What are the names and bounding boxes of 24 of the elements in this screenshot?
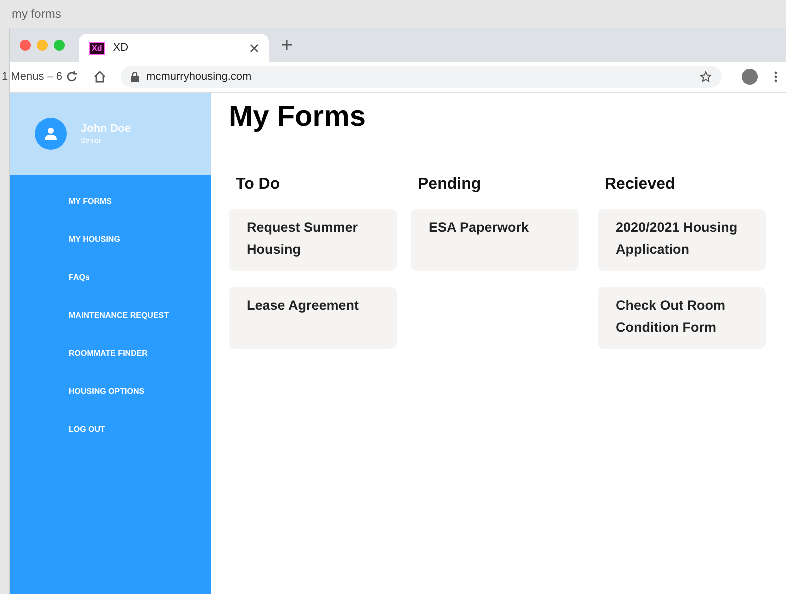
user-avatar-icon <box>35 118 67 150</box>
reload-icon[interactable] <box>64 70 79 84</box>
window-title: my forms <box>12 7 62 21</box>
overlay-label: 1 Menus – 6 <box>2 71 63 83</box>
browser-tab[interactable]: Xd XD <box>79 34 269 62</box>
form-card[interactable]: 2020/2021 Housing Application <box>598 209 766 271</box>
form-card[interactable]: ESA Paperwork <box>411 209 579 271</box>
star-icon[interactable] <box>700 71 712 83</box>
lock-icon <box>130 72 139 82</box>
column-heading: Pending <box>418 176 482 194</box>
home-icon[interactable] <box>92 70 107 84</box>
user-name: John Doe <box>81 123 132 135</box>
profile-avatar[interactable] <box>742 69 758 85</box>
menu-icon[interactable] <box>774 71 778 83</box>
app-icon: Xd <box>89 42 106 54</box>
column-heading: To Do <box>236 176 282 194</box>
form-card[interactable]: Check Out Room Condition Form <box>598 287 766 349</box>
form-card[interactable]: Request Summer Housing <box>229 209 397 271</box>
address-bar[interactable]: mcmurryhousing.com <box>120 66 722 88</box>
page-title: My Forms <box>229 101 367 134</box>
form-card[interactable]: Lease Agreement <box>229 287 397 349</box>
plus-icon[interactable] <box>281 39 293 51</box>
column-heading: Recieved <box>605 176 676 194</box>
close-icon[interactable] <box>250 44 259 52</box>
